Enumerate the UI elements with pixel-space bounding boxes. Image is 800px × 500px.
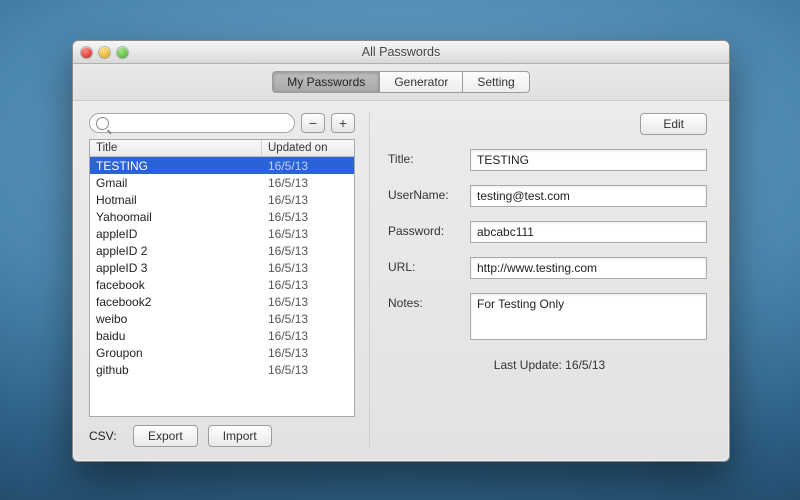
- field-notes[interactable]: For Testing Only: [470, 293, 707, 340]
- cell-updated: 16/5/13: [262, 193, 354, 207]
- field-url[interactable]: http://www.testing.com: [470, 257, 707, 279]
- cell-title: Yahoomail: [90, 210, 262, 224]
- field-title[interactable]: TESTING: [470, 149, 707, 171]
- last-update-label: Last Update:: [494, 358, 565, 372]
- cell-updated: 16/5/13: [262, 159, 354, 173]
- close-icon[interactable]: [81, 47, 92, 58]
- last-update: Last Update: 16/5/13: [386, 358, 713, 372]
- search-field[interactable]: [89, 113, 295, 133]
- table-row[interactable]: weibo16/5/13: [90, 310, 354, 327]
- edit-row: Edit: [386, 113, 713, 135]
- cell-title: facebook2: [90, 295, 262, 309]
- traffic-lights: [81, 47, 128, 58]
- table-row[interactable]: facebook16/5/13: [90, 276, 354, 293]
- tab-setting[interactable]: Setting: [462, 71, 529, 93]
- last-update-value: 16/5/13: [565, 358, 605, 372]
- export-button[interactable]: Export: [133, 425, 198, 447]
- password-table: Title Updated on TESTING16/5/13Gmail16/5…: [89, 139, 355, 417]
- label-password: Password:: [388, 221, 470, 238]
- cell-title: Groupon: [90, 346, 262, 360]
- table-row[interactable]: Yahoomail16/5/13: [90, 208, 354, 225]
- table-header: Title Updated on: [90, 140, 354, 157]
- edit-button[interactable]: Edit: [640, 113, 707, 135]
- cell-title: appleID 3: [90, 261, 262, 275]
- detail-pane: Edit Title: TESTING UserName: testing@te…: [386, 113, 713, 447]
- label-url: URL:: [388, 257, 470, 274]
- table-row[interactable]: Groupon16/5/13: [90, 344, 354, 361]
- col-updated[interactable]: Updated on: [262, 140, 354, 156]
- label-title: Title:: [388, 149, 470, 166]
- search-input[interactable]: [113, 116, 288, 130]
- cell-updated: 16/5/13: [262, 244, 354, 258]
- search-row: − +: [89, 113, 355, 133]
- detail-form: Title: TESTING UserName: testing@test.co…: [386, 145, 713, 340]
- import-button[interactable]: Import: [208, 425, 272, 447]
- table-row[interactable]: facebook216/5/13: [90, 293, 354, 310]
- tabs-row: My PasswordsGeneratorSetting: [73, 64, 729, 101]
- cell-title: github: [90, 363, 262, 377]
- table-row[interactable]: appleID 316/5/13: [90, 259, 354, 276]
- content-body: − + Title Updated on TESTING16/5/13Gmail…: [73, 101, 729, 461]
- cell-updated: 16/5/13: [262, 210, 354, 224]
- cell-title: baidu: [90, 329, 262, 343]
- tab-generator[interactable]: Generator: [379, 71, 462, 93]
- minimize-icon[interactable]: [99, 47, 110, 58]
- add-button[interactable]: +: [331, 113, 355, 133]
- field-username[interactable]: testing@test.com: [470, 185, 707, 207]
- search-icon: [96, 117, 109, 130]
- table-row[interactable]: appleID 216/5/13: [90, 242, 354, 259]
- app-window: All Passwords My PasswordsGeneratorSetti…: [72, 40, 730, 462]
- cell-updated: 16/5/13: [262, 261, 354, 275]
- left-pane: − + Title Updated on TESTING16/5/13Gmail…: [89, 113, 370, 447]
- cell-updated: 16/5/13: [262, 312, 354, 326]
- table-row[interactable]: Hotmail16/5/13: [90, 191, 354, 208]
- titlebar: All Passwords: [73, 41, 729, 64]
- table-row[interactable]: appleID16/5/13: [90, 225, 354, 242]
- col-title[interactable]: Title: [90, 140, 262, 156]
- table-row[interactable]: github16/5/13: [90, 361, 354, 378]
- window-title: All Passwords: [73, 45, 729, 59]
- cell-title: facebook: [90, 278, 262, 292]
- tab-segmented-control: My PasswordsGeneratorSetting: [272, 71, 529, 93]
- remove-button[interactable]: −: [301, 113, 325, 133]
- label-username: UserName:: [388, 185, 470, 202]
- table-body: TESTING16/5/13Gmail16/5/13Hotmail16/5/13…: [90, 157, 354, 416]
- cell-updated: 16/5/13: [262, 363, 354, 377]
- cell-updated: 16/5/13: [262, 278, 354, 292]
- cell-updated: 16/5/13: [262, 346, 354, 360]
- cell-title: weibo: [90, 312, 262, 326]
- cell-title: Gmail: [90, 176, 262, 190]
- cell-updated: 16/5/13: [262, 329, 354, 343]
- cell-updated: 16/5/13: [262, 295, 354, 309]
- csv-label: CSV:: [89, 429, 123, 443]
- zoom-icon[interactable]: [117, 47, 128, 58]
- csv-row: CSV: Export Import: [89, 425, 355, 447]
- cell-title: TESTING: [90, 159, 262, 173]
- cell-title: Hotmail: [90, 193, 262, 207]
- table-row[interactable]: Gmail16/5/13: [90, 174, 354, 191]
- cell-updated: 16/5/13: [262, 227, 354, 241]
- cell-title: appleID 2: [90, 244, 262, 258]
- label-notes: Notes:: [388, 293, 470, 310]
- tab-my-passwords[interactable]: My Passwords: [272, 71, 379, 93]
- table-row[interactable]: TESTING16/5/13: [90, 157, 354, 174]
- field-password[interactable]: abcabc111: [470, 221, 707, 243]
- cell-title: appleID: [90, 227, 262, 241]
- table-row[interactable]: baidu16/5/13: [90, 327, 354, 344]
- cell-updated: 16/5/13: [262, 176, 354, 190]
